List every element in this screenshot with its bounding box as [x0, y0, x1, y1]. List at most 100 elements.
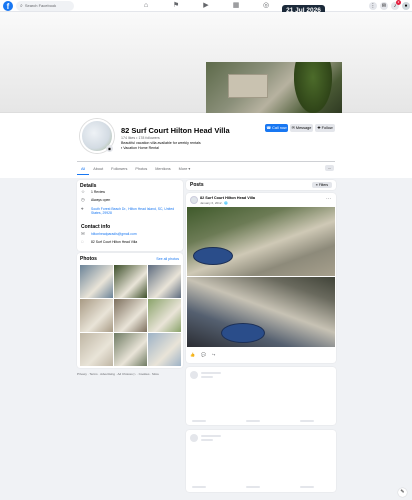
placeholder-avatar [190, 371, 198, 379]
page-category: ▪ Vacation Home Rental [121, 146, 159, 150]
call-now-button[interactable]: ☎ Call now [265, 124, 288, 132]
account-icon[interactable]: ● [402, 2, 410, 10]
post-author-name[interactable]: 82 Surf Court Hilton Head Villa [200, 196, 255, 200]
posts-header: Posts ≡ Filters [186, 180, 336, 190]
header-divider [77, 161, 335, 162]
marketplace-icon[interactable]: ▦ [231, 2, 241, 10]
tab-more[interactable]: More ▾ [175, 163, 195, 175]
hours-row: ◷ Always open [81, 197, 177, 202]
reviews-row: ☆ 1 Review [81, 189, 177, 194]
message-button[interactable]: ✉ Message [290, 124, 313, 132]
filters-button[interactable]: ≡ Filters [312, 182, 332, 188]
posts-title: Posts [190, 182, 204, 188]
placeholder-line [246, 420, 260, 422]
photo-thumbnail[interactable] [148, 265, 181, 298]
tab-about[interactable]: About [89, 163, 107, 175]
page-name-row: ◌ 82 Surf Court Hilton Head Villa [81, 239, 177, 244]
home-icon[interactable]: ⌂ [141, 2, 151, 10]
bell-icon[interactable]: ♪ 2 [391, 0, 401, 10]
placeholder-line [192, 420, 206, 422]
call-now-label: Call now [272, 126, 287, 130]
search-placeholder: Search Facebook [24, 3, 57, 8]
post-placeholder [186, 367, 336, 425]
new-message-icon[interactable]: ✎ [398, 488, 407, 497]
details-card: Details ☆ 1 Review ◷ Always open ⌖ South… [77, 180, 183, 251]
post-actions: 👍 💬 ↪ [190, 352, 221, 357]
hours-text: Always open [91, 198, 111, 202]
post-card: 82 Surf Court Hilton Head Villa January … [186, 193, 336, 363]
photo-thumbnail[interactable] [114, 333, 147, 366]
notification-badge: 2 [396, 0, 401, 5]
message-label: Message [295, 126, 312, 130]
contact-info-title: Contact info [81, 224, 111, 230]
post-photo-2[interactable] [187, 277, 335, 347]
star-icon: ☆ [81, 189, 86, 194]
photo-thumbnail[interactable] [148, 299, 181, 332]
reviews-text[interactable]: 1 Review [91, 190, 177, 194]
page-name-text: 82 Surf Court Hilton Head Villa [91, 240, 138, 244]
patio-table [193, 247, 233, 265]
page-stats[interactable]: 174 likes • 178 followers [121, 136, 160, 140]
placeholder-line [246, 486, 260, 488]
email-icon: ✉ [81, 231, 85, 236]
photo-thumbnail[interactable] [80, 299, 113, 332]
more-options-button[interactable]: ... [325, 165, 334, 171]
gaming-icon[interactable]: ◎ [261, 2, 271, 10]
cover-photo-house [228, 74, 268, 98]
tab-mentions[interactable]: Mentions [151, 163, 174, 175]
page-description: Beautiful vacation villa available for w… [121, 141, 201, 145]
menu-grid-icon[interactable]: ⋮ [369, 2, 377, 10]
share-icon[interactable]: ↪ [212, 352, 215, 357]
address-row: ⌖ South Forest Beach Dr., Hilton Head Is… [81, 206, 177, 215]
tab-all[interactable]: All [77, 163, 90, 175]
cover-photo-tree [294, 62, 332, 113]
photo-thumbnail[interactable] [80, 333, 113, 366]
page-tabs: All About Followers Photos Mentions More… [77, 163, 194, 175]
like-icon[interactable]: 👍 [190, 352, 195, 357]
photo-thumbnail[interactable] [80, 265, 113, 298]
post-author-avatar[interactable] [190, 196, 198, 204]
email-row: ✉ hiltonheadparadis@gmail.com [81, 231, 177, 236]
messenger-icon: ◌ [81, 239, 84, 244]
placeholder-line [201, 435, 221, 437]
cover-photo[interactable] [206, 62, 342, 113]
post-photo-1[interactable] [187, 207, 335, 276]
details-title: Details [80, 183, 97, 189]
messenger-icon[interactable]: ✉ [380, 2, 388, 10]
follow-button[interactable]: ✚ Follow [315, 124, 335, 132]
placeholder-line [300, 486, 314, 488]
search-input[interactable]: ⌕ Search Facebook [16, 1, 74, 11]
camera-icon[interactable]: ◉ [106, 145, 113, 152]
tab-followers[interactable]: Followers [107, 163, 131, 175]
placeholder-line [192, 486, 206, 488]
photos-card: Photos See all photos [77, 253, 183, 368]
post-placeholder [186, 430, 336, 492]
placeholder-line [201, 372, 221, 374]
comment-icon[interactable]: 💬 [201, 352, 206, 357]
footer-links[interactable]: Privacy · Terms · Advertising · Ad Choic… [77, 372, 159, 376]
photo-thumbnail[interactable] [148, 333, 181, 366]
cover-area [0, 12, 412, 113]
watch-icon[interactable]: ▶ [201, 2, 211, 10]
address-link[interactable]: South Forest Beach Dr., Hilton Head Isla… [91, 207, 177, 215]
placeholder-line [201, 376, 213, 378]
search-icon: ⌕ [20, 3, 23, 9]
facebook-logo[interactable]: f [3, 1, 13, 11]
see-all-photos-link[interactable]: See all photos [156, 257, 179, 261]
photo-thumbnail[interactable] [114, 265, 147, 298]
profile-header: ◉ 82 Surf Court Hilton Head Villa 174 li… [0, 113, 412, 178]
placeholder-line [300, 420, 314, 422]
email-link[interactable]: hiltonheadparadis@gmail.com [91, 232, 177, 236]
patio-table [221, 323, 265, 343]
post-options-icon[interactable]: ··· [326, 196, 331, 202]
filters-label: Filters [318, 183, 329, 187]
tab-photos[interactable]: Photos [131, 163, 151, 175]
page-category-label: Vacation Home Rental [123, 146, 159, 150]
follow-label: Follow [321, 126, 333, 130]
post-date[interactable]: January 6, 2012 · 🌐 [200, 201, 228, 205]
photo-grid [80, 265, 181, 366]
location-pin-icon: ⌖ [81, 206, 84, 211]
photo-thumbnail[interactable] [114, 299, 147, 332]
pages-icon[interactable]: ⚑ [171, 2, 181, 10]
clock-icon: ◷ [81, 197, 85, 202]
